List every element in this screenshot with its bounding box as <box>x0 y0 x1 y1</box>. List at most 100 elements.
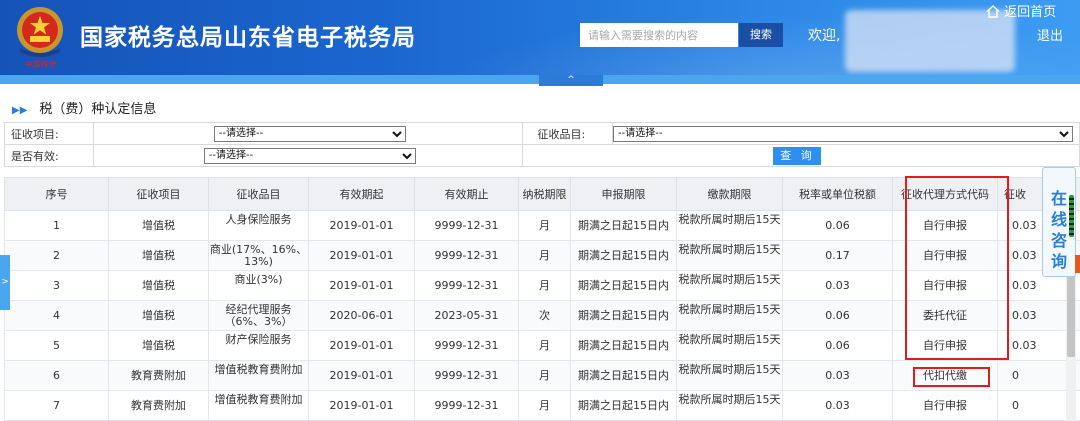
online-consult-label: 在线咨询 <box>1050 189 1067 271</box>
table-cell: 增值税 <box>108 240 209 271</box>
table-cell: 2019-01-01 <box>308 390 415 421</box>
table-cell: 商业(3%) <box>208 270 309 301</box>
table-cell: 期满之日起15日内 <box>570 240 677 271</box>
table-cell: 人身保险服务 <box>208 210 309 241</box>
table-cell: 税款所属时期后15天 <box>676 330 783 361</box>
logout-link[interactable]: 退出 <box>1037 25 1063 44</box>
table-cell: 2020-06-01 <box>308 300 415 331</box>
table-cell: 期满之日起15日内 <box>570 330 677 361</box>
side-indicator <box>1075 255 1080 273</box>
table-cell: 9999-12-31 <box>414 270 519 301</box>
table-cell: 0.03 <box>782 360 893 391</box>
grip-handle-icon[interactable] <box>1069 195 1074 237</box>
table-cell: 月 <box>518 270 571 301</box>
is-valid-select[interactable]: --请选择-- <box>203 147 416 164</box>
table-cell: 期满之日起15日内 <box>570 360 677 391</box>
section-title: ▶▶ 税（费）种认定信息 <box>12 98 156 117</box>
table-cell: 0.06 <box>782 210 893 241</box>
column-header: 申报期限 <box>570 177 677 211</box>
table-cell: 7 <box>4 390 109 421</box>
highlight-box-agent-code <box>905 176 1009 360</box>
is-valid-label: 是否有效: <box>4 144 94 167</box>
table-cell: 0.17 <box>782 240 893 271</box>
collection-item-select[interactable]: --请选择-- <box>213 125 406 142</box>
table-cell: 9999-12-31 <box>414 390 519 421</box>
table-cell: 税款所属时期后15天 <box>676 390 783 421</box>
table-cell: 0.03 <box>782 270 893 301</box>
table-cell: 月 <box>518 390 571 421</box>
home-icon <box>986 5 1000 18</box>
table-cell: 0.06 <box>782 300 893 331</box>
table-cell: 月 <box>518 210 571 241</box>
table-cell: 增值税 <box>108 330 209 361</box>
table-cell: 2019-01-01 <box>308 330 415 361</box>
section-title-text: 税（费）种认定信息 <box>39 102 157 117</box>
emblem-caption: 中国税务 <box>24 60 57 69</box>
table-cell: 2019-01-01 <box>308 240 415 271</box>
table-cell: 增值税 <box>108 270 209 301</box>
table-cell: 1 <box>4 210 109 241</box>
tax-emblem-logo: 中国税务 <box>17 7 63 69</box>
collection-subitem-label: 征收品目: <box>522 122 613 145</box>
table-cell: 商业(17%、16%、13%) <box>208 240 309 271</box>
table-cell: 月 <box>518 330 571 361</box>
table-cell: 次 <box>518 300 571 331</box>
table-cell: 自行申报 <box>892 390 998 421</box>
table-cell: 财产保险服务 <box>208 330 309 361</box>
table-cell: 0.06 <box>782 330 893 361</box>
search-button[interactable]: 搜索 <box>739 23 783 47</box>
table-cell: 2019-01-01 <box>308 210 415 241</box>
table-cell: 2019-01-01 <box>308 270 415 301</box>
column-header: 征收项目 <box>108 177 209 211</box>
table-cell: 经纪代理服务（6%、3%） <box>208 300 309 331</box>
highlight-box-withholding <box>913 367 990 387</box>
table-cell: 教育费附加 <box>108 360 209 391</box>
table-cell: 9999-12-31 <box>414 240 519 271</box>
table-row[interactable]: 7 教育费附加 增值税教育费附加 2019-01-01 9999-12-31 月期满之日起… <box>4 390 1080 421</box>
column-header: 有效期止 <box>414 177 519 211</box>
column-header: 缴款期限 <box>676 177 783 211</box>
table-cell: 期满之日起15日内 <box>570 390 677 421</box>
table-cell: 月 <box>518 360 571 391</box>
search-input[interactable] <box>580 23 738 47</box>
site-title: 国家税务总局山东省电子税务局 <box>80 25 416 51</box>
table-cell: 教育费附加 <box>108 390 209 421</box>
home-link-label: 返回首页 <box>1004 5 1057 20</box>
table-cell: 3 <box>4 270 109 301</box>
app-root: 中国税务 国家税务总局山东省电子税务局 搜索 欢迎, 返回首页 退出 ^ ▶▶ 税… <box>0 0 1080 421</box>
table-cell: 5 <box>4 330 109 361</box>
table-cell: 期满之日起15日内 <box>570 210 677 241</box>
query-button[interactable]: 查 询 <box>773 146 822 165</box>
collection-subitem-select[interactable]: --请选择-- <box>613 125 1073 142</box>
site-header: 中国税务 国家税务总局山东省电子税务局 搜索 欢迎, 返回首页 退出 <box>0 0 1080 75</box>
home-link[interactable]: 返回首页 <box>986 1 1056 20</box>
table-cell: 增值税教育费附加 <box>208 360 309 391</box>
table-cell: 增值税 <box>108 300 209 331</box>
table-cell: 税款所属时期后15天 <box>676 360 783 391</box>
table-cell: 期满之日起15日内 <box>570 270 677 301</box>
collapse-header-toggle[interactable]: ^ <box>539 75 603 86</box>
table-cell: 期满之日起15日内 <box>570 300 677 331</box>
table-cell: 4 <box>4 300 109 331</box>
double-arrow-icon: ▶▶ <box>12 105 28 116</box>
table-cell: 0.03 <box>782 390 893 421</box>
table-cell: 税款所属时期后15天 <box>676 300 783 331</box>
welcome-text: 欢迎, <box>808 28 841 44</box>
table-cell: 2023-05-31 <box>414 300 519 331</box>
column-header: 税率或单位税额 <box>782 177 893 211</box>
table-cell: 增值税 <box>108 210 209 241</box>
table-cell: 9999-12-31 <box>414 210 519 241</box>
column-header: 序号 <box>4 177 109 211</box>
table-cell: 9999-12-31 <box>414 330 519 361</box>
table-cell: 9999-12-31 <box>414 360 519 391</box>
table-cell: 2019-01-01 <box>308 360 415 391</box>
column-header: 有效期起 <box>308 177 415 211</box>
table-cell: 税款所属时期后15天 <box>676 270 783 301</box>
table-cell: 6 <box>4 360 109 391</box>
column-header: 征收品目 <box>208 177 309 211</box>
table-cell: 2 <box>4 240 109 271</box>
table-cell: 税款所属时期后15天 <box>676 240 783 271</box>
side-expand-tab[interactable]: > <box>0 255 10 310</box>
table-cell: 月 <box>518 240 571 271</box>
table-cell: 税款所属时期后15天 <box>676 210 783 241</box>
